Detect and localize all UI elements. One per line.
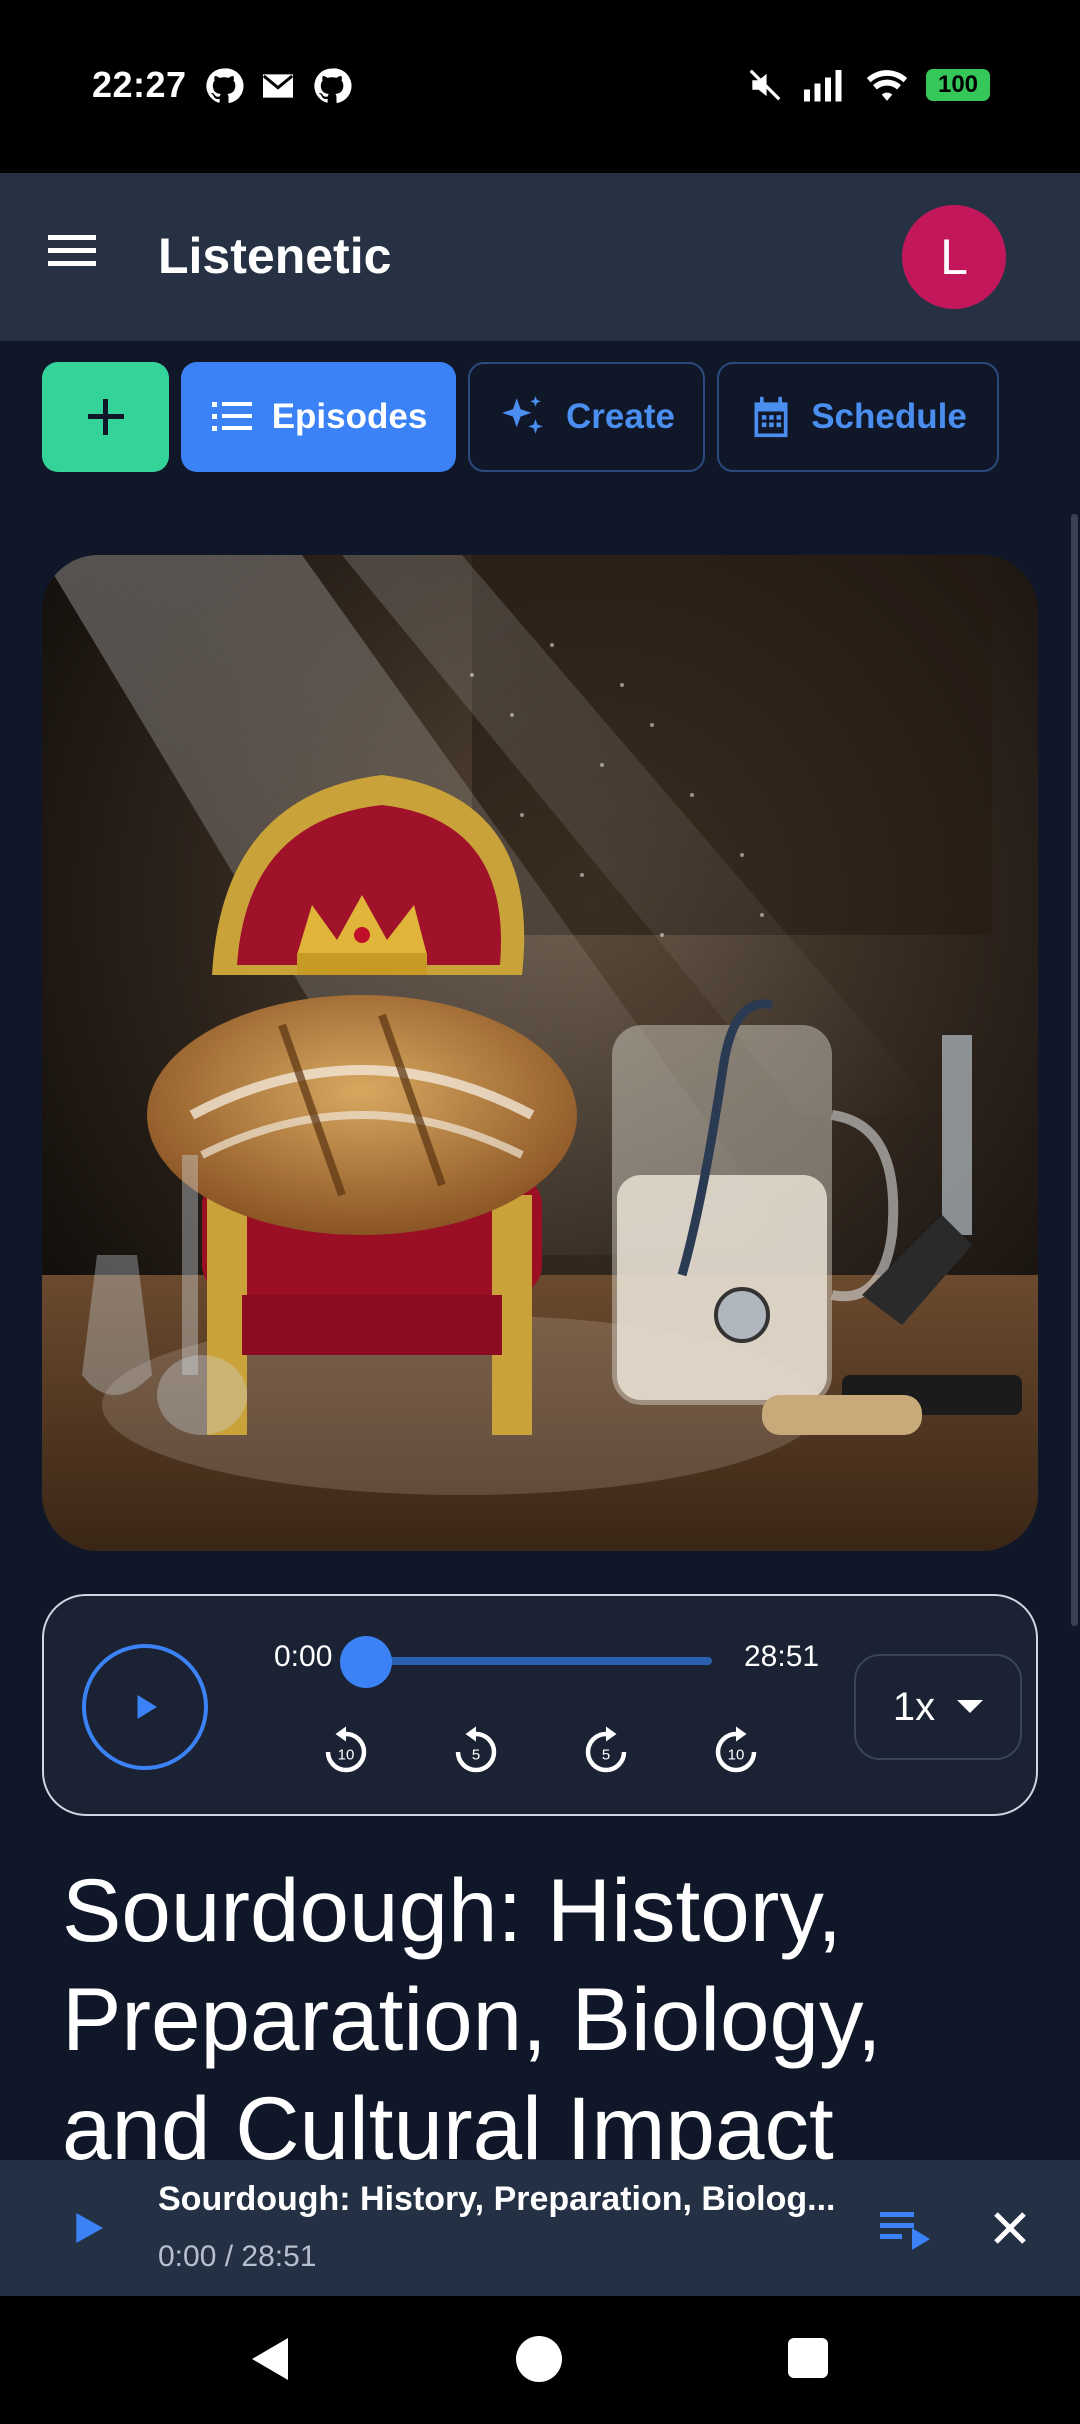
skip-back-10-label: 10 <box>338 1747 355 1764</box>
list-icon <box>211 402 252 431</box>
skip-forward-10-button[interactable]: 10 <box>706 1722 766 1782</box>
queue-icon[interactable] <box>878 2206 934 2250</box>
mini-player[interactable]: Sourdough: History, Preparation, Biolog.… <box>0 2160 1080 2296</box>
skip-back-10-button[interactable]: 10 <box>316 1722 376 1782</box>
app-title: Listenetic <box>158 228 392 284</box>
mute-icon <box>749 69 781 101</box>
progress-thumb[interactable] <box>340 1636 392 1688</box>
mini-player-time: 0:00 / 28:51 <box>158 2240 317 2273</box>
tab-create-label: Create <box>566 397 675 436</box>
playback-speed-value: 1x <box>892 1684 936 1729</box>
play-button[interactable] <box>82 1644 208 1770</box>
mail-icon <box>262 74 294 98</box>
mini-play-icon[interactable] <box>68 2208 108 2248</box>
sparkle-icon <box>502 396 543 434</box>
calendar-icon <box>754 396 788 438</box>
tab-episodes-label: Episodes <box>271 397 428 436</box>
skip-back-5-label: 5 <box>472 1747 480 1764</box>
total-duration: 28:51 <box>744 1640 820 1673</box>
battery-icon: 100 <box>926 69 990 101</box>
audio-player: 0:00 28:51 10 5 5 10 1x <box>42 1594 1038 1816</box>
app-bar: Listenetic L <box>0 173 1080 341</box>
tab-schedule[interactable]: Schedule <box>717 362 999 472</box>
home-icon[interactable] <box>516 2336 562 2382</box>
skip-back-5-button[interactable]: 5 <box>446 1722 506 1782</box>
github-icon <box>314 68 352 104</box>
add-button[interactable] <box>42 362 169 472</box>
progress-track[interactable] <box>364 1657 712 1665</box>
back-icon[interactable] <box>248 2336 292 2382</box>
scrollbar[interactable] <box>1071 514 1078 1626</box>
wifi-icon <box>866 70 908 101</box>
recents-icon[interactable] <box>788 2338 828 2378</box>
mini-player-title: Sourdough: History, Preparation, Biolog.… <box>158 2180 836 2218</box>
close-icon[interactable] <box>988 2206 1032 2250</box>
current-time: 0:00 <box>274 1640 333 1673</box>
plus-icon <box>87 399 124 435</box>
tab-create[interactable]: Create <box>468 362 705 472</box>
episode-cover-image <box>42 555 1038 1551</box>
github-icon <box>206 68 244 104</box>
skip-forward-5-label: 5 <box>602 1747 610 1764</box>
chevron-down-icon <box>957 1700 984 1713</box>
play-icon <box>137 1695 157 1719</box>
skip-forward-5-button[interactable]: 5 <box>576 1722 636 1782</box>
menu-icon[interactable] <box>46 231 100 271</box>
avatar[interactable]: L <box>902 205 1006 309</box>
system-nav-bar <box>0 2296 1080 2424</box>
tab-schedule-label: Schedule <box>811 397 967 436</box>
episode-title: Sourdough: History, Preparation, Biology… <box>62 1860 882 2178</box>
status-notification-icons <box>204 66 352 106</box>
status-system-icons: 100 <box>746 66 990 104</box>
playback-speed-select[interactable]: 1x <box>854 1654 1022 1760</box>
skip-forward-10-label: 10 <box>728 1747 745 1764</box>
status-time: 22:27 <box>92 64 187 105</box>
status-bar: 22:27 100 <box>0 0 1080 173</box>
tab-episodes[interactable]: Episodes <box>181 362 456 472</box>
tab-row: Episodes Create Schedule <box>42 362 999 472</box>
signal-icon <box>804 70 842 102</box>
